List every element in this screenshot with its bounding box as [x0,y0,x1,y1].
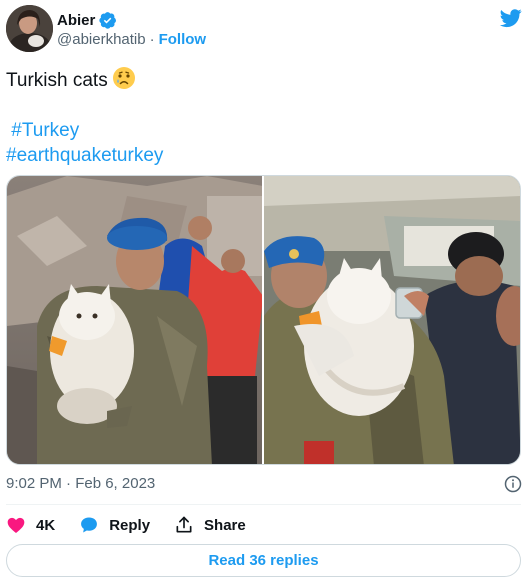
like-count: 4K [36,516,56,534]
display-name[interactable]: Abier [57,12,95,29]
heart-icon [7,517,25,533]
timestamp-row: 9:02 PM · Feb 6, 2023 [6,475,522,495]
twitter-bird-icon[interactable] [499,7,523,29]
separator-dot: · [149,31,155,48]
share-label: Share [204,516,246,534]
info-icon[interactable] [504,475,522,493]
name-row: Abier [57,11,117,29]
handle-row: @abierkhatib · Follow [57,31,206,48]
share-button[interactable]: Share [174,515,246,535]
like-button[interactable]: 4K [6,515,55,535]
share-icon [176,516,192,533]
timestamp[interactable]: 9:02 PM · Feb 6, 2023 [6,475,155,492]
hashtag-earthquaketurkey[interactable]: #earthquaketurkey [6,145,163,166]
media-grid [6,175,521,465]
soldier-holding-cat-photo-2[interactable] [264,176,520,464]
tweet-text: Turkish cats #Turkey #earthquaketurkey [6,66,525,168]
read-replies-label: Read 36 replies [208,552,319,569]
speech-bubble-icon [81,517,98,533]
hashtag-line-1: #Turkey [6,118,525,143]
verified-badge-icon [99,12,117,29]
read-replies-button[interactable]: Read 36 replies [6,544,521,577]
avatar[interactable] [6,5,53,52]
tweet-body-line: Turkish cats [6,66,525,93]
handle[interactable]: @abierkhatib [57,31,146,48]
text-spacer [6,93,525,118]
action-bar: 4K Reply Share [6,513,270,537]
reply-label: Reply [109,516,151,534]
reply-button[interactable]: Reply [79,515,150,535]
divider [6,504,521,505]
hashtag-turkey[interactable]: #Turkey [11,120,79,141]
cry-face-emoji-icon [112,67,135,89]
tweet-header: Abier @abierkhatib · Follow [6,5,525,53]
tweet-body: Turkish cats [6,70,108,91]
hashtag-line-2: #earthquaketurkey [6,143,525,168]
follow-button[interactable]: Follow [159,31,207,48]
soldier-holding-cat-photo-1[interactable] [7,176,262,464]
